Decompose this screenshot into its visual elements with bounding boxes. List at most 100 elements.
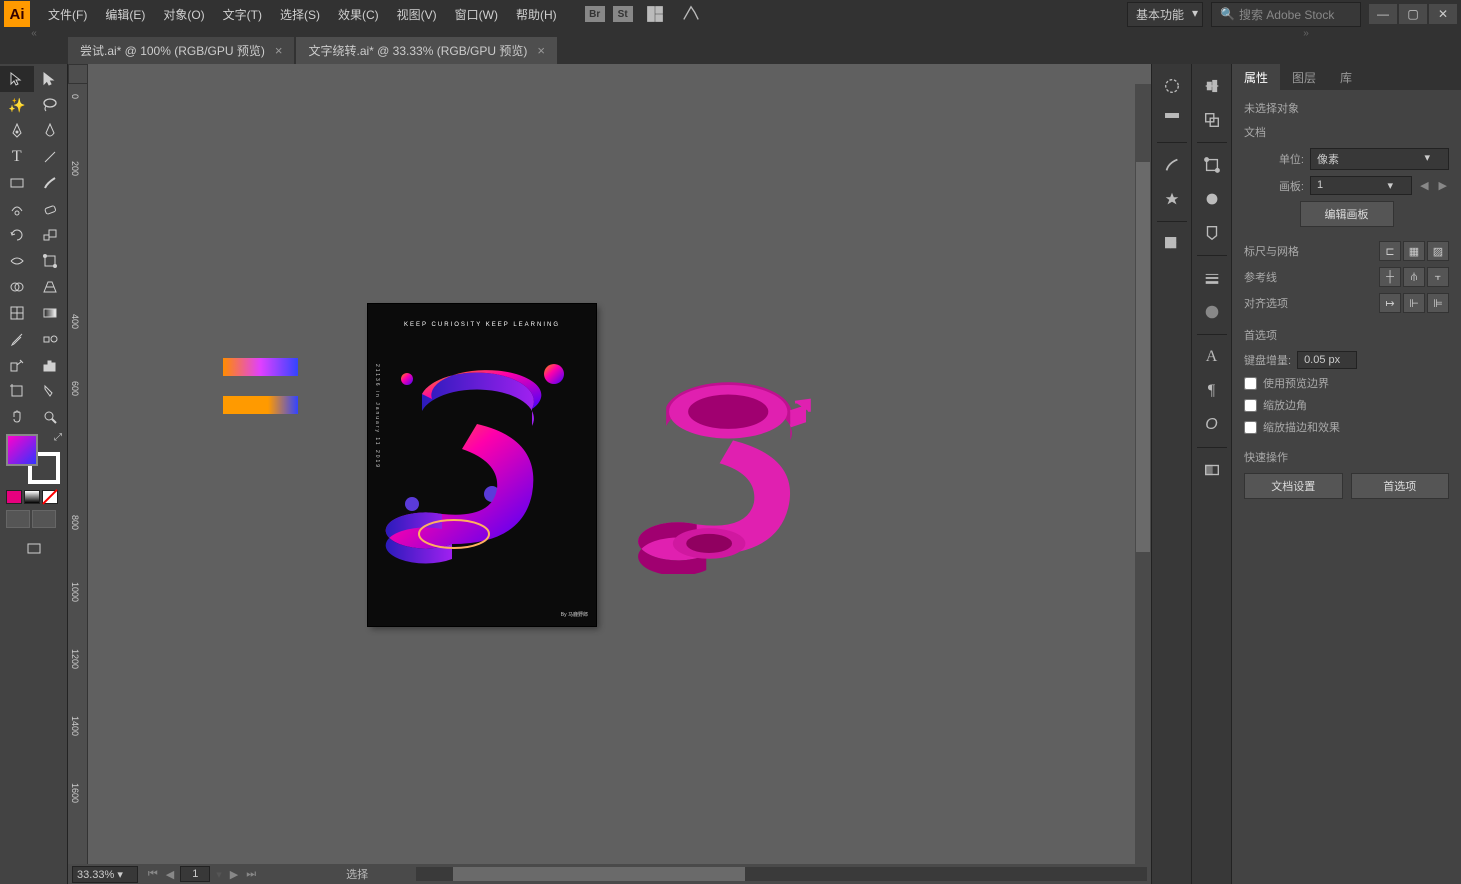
curvature-tool[interactable] [34,118,68,144]
fill-stroke-indicator[interactable]: ⤢ [6,434,60,484]
color-swatch[interactable] [6,490,22,504]
graph-tool[interactable] [34,352,68,378]
vertical-ruler[interactable]: 0 200 400 600 800 1000 1200 1400 1600 [68,84,88,864]
doc-tab-1[interactable]: 尝试.ai* @ 100% (RGB/GPU 预览)× [68,37,294,64]
gpu-icon[interactable] [677,0,705,28]
document-setup-button[interactable]: 文档设置 [1244,473,1343,499]
zoom-tool[interactable] [34,404,68,430]
horizontal-scrollbar[interactable] [416,867,1147,881]
scrollbar-thumb[interactable] [453,867,745,881]
draw-mode-behind[interactable] [32,510,56,528]
canvas[interactable]: KEEP CURIOSITY KEEP LEARNING 21136 in Ja… [88,84,1135,864]
appearance-panel-icon[interactable] [1198,185,1226,213]
lock-guides-icon[interactable]: ⫛ [1403,267,1425,287]
arrange-icon[interactable] [641,0,669,28]
asset-export-icon[interactable] [1198,219,1226,247]
brushes-panel-icon[interactable] [1158,151,1186,179]
preferences-button[interactable]: 首选项 [1351,473,1450,499]
guides-toggle-icon[interactable]: ┼ [1379,267,1401,287]
artwork-3d-text-pink[interactable] [628,364,838,574]
tab-layers[interactable]: 图层 [1280,64,1328,90]
panel-collapse-icon[interactable]: » [1151,28,1461,38]
none-swatch[interactable] [42,490,58,504]
gradient-swatch[interactable] [24,490,40,504]
tool-collapse-icon[interactable]: « [0,28,68,38]
close-button[interactable]: ✕ [1429,4,1457,24]
next-page-icon[interactable]: ▶ [228,868,240,881]
transparency-panel-icon[interactable] [1198,456,1226,484]
scale-tool[interactable] [34,222,68,248]
align-to-icon[interactable]: ⊫ [1427,293,1449,313]
swap-fill-stroke-icon[interactable]: ⤢ [54,432,62,443]
use-preview-checkbox[interactable]: 使用预览边界 [1244,375,1449,391]
menu-view[interactable]: 视图(V) [389,2,445,27]
minimize-button[interactable]: — [1369,4,1397,24]
doc-tab-2[interactable]: 文字绕转.ai* @ 33.33% (RGB/GPU 预览)× [296,37,557,64]
scrollbar-thumb[interactable] [1136,162,1150,552]
gradient-sample-2[interactable] [223,396,298,414]
type-tool[interactable]: T [0,144,34,170]
units-select[interactable]: 像素▾ [1310,148,1449,170]
magic-wand-tool[interactable]: ✨ [0,92,34,118]
snap-pixel-icon[interactable]: ⊩ [1403,293,1425,313]
last-page-icon[interactable]: ⏭ [244,868,258,881]
scale-strokes-checkbox[interactable]: 缩放描边和效果 [1244,419,1449,435]
ruler-origin[interactable] [68,64,88,84]
tab-libraries[interactable]: 库 [1328,64,1364,90]
menu-object[interactable]: 对象(O) [155,2,212,27]
gradient-sample-1[interactable] [223,358,298,376]
rotate-tool[interactable] [0,222,34,248]
gradient-panel-icon[interactable] [1198,298,1226,326]
search-stock[interactable]: 🔍 搜索 Adobe Stock [1211,2,1361,27]
color-panel-icon[interactable] [1158,72,1186,100]
menu-help[interactable]: 帮助(H) [508,2,565,27]
eraser-tool[interactable] [34,196,68,222]
paintbrush-tool[interactable] [34,170,68,196]
draw-mode-normal[interactable] [6,510,30,528]
line-tool[interactable] [34,144,68,170]
width-tool[interactable] [0,248,34,274]
artboard[interactable]: KEEP CURIOSITY KEEP LEARNING 21136 in Ja… [368,304,596,626]
snap-point-icon[interactable]: ↦ [1379,293,1401,313]
hand-tool[interactable] [0,404,34,430]
stock-icon[interactable]: St [613,6,633,22]
color-guide-icon[interactable] [1158,106,1186,134]
blend-tool[interactable] [34,326,68,352]
align-panel-icon[interactable] [1198,72,1226,100]
selection-tool[interactable] [0,66,34,92]
menu-file[interactable]: 文件(F) [40,2,95,27]
symbol-sprayer-tool[interactable] [0,352,34,378]
artboard-tool[interactable] [0,378,34,404]
opentype-panel-icon[interactable]: O [1198,411,1226,439]
tab-close-icon[interactable]: × [537,44,545,57]
page-number-input[interactable]: 1 [180,866,210,882]
edit-artboards-button[interactable]: 编辑画板 [1300,201,1394,227]
gradient-tool[interactable] [34,300,68,326]
page-dropdown-icon[interactable]: ▾ [214,868,224,881]
zoom-select[interactable]: 33.33% ▾ [72,866,138,883]
fill-swatch[interactable] [6,434,38,466]
next-artboard-icon[interactable]: ▶ [1437,179,1449,192]
first-page-icon[interactable]: ⏮ [146,868,160,881]
smart-guides-icon[interactable]: ⫟ [1427,267,1449,287]
eyedropper-tool[interactable] [0,326,34,352]
maximize-button[interactable]: ▢ [1399,4,1427,24]
bridge-icon[interactable]: Br [585,6,605,22]
free-transform-tool[interactable] [34,248,68,274]
direct-selection-tool[interactable] [34,66,68,92]
menu-edit[interactable]: 编辑(E) [97,2,153,27]
prev-page-icon[interactable]: ◀ [164,868,176,881]
shaper-tool[interactable] [0,196,34,222]
screen-mode-button[interactable] [0,536,68,562]
lasso-tool[interactable] [34,92,68,118]
key-increment-input[interactable] [1297,351,1357,369]
snap-grid-icon[interactable]: ▨ [1427,241,1449,261]
shape-builder-tool[interactable] [0,274,34,300]
prev-artboard-icon[interactable]: ◀ [1418,179,1430,192]
tab-close-icon[interactable]: × [275,44,283,57]
workspace-selector[interactable]: 基本功能 ▾ [1127,2,1203,27]
stroke-panel-icon[interactable] [1198,264,1226,292]
grid-toggle-icon[interactable]: ▦ [1403,241,1425,261]
rectangle-tool[interactable] [0,170,34,196]
perspective-tool[interactable] [34,274,68,300]
